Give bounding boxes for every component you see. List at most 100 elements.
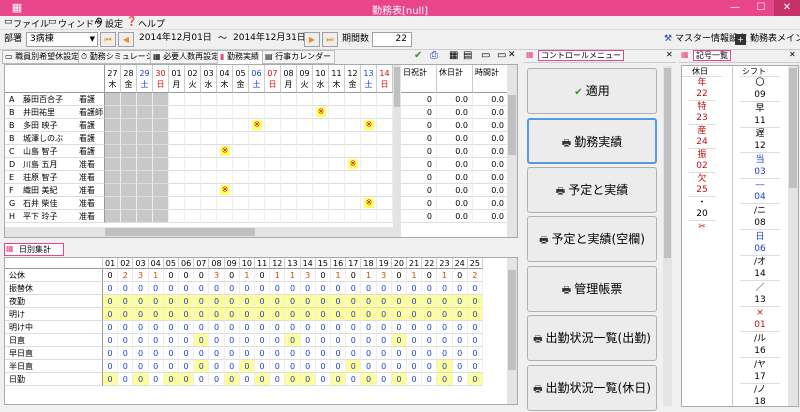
schedule-cell[interactable] bbox=[201, 145, 217, 158]
minimize-button[interactable]: — bbox=[722, 0, 748, 16]
schedule-cell[interactable] bbox=[297, 93, 313, 106]
schedule-cell[interactable] bbox=[377, 93, 393, 106]
schedule-cell[interactable] bbox=[249, 158, 265, 171]
schedule-cell[interactable] bbox=[297, 145, 313, 158]
grid-icon[interactable]: ▤ bbox=[463, 50, 472, 61]
schedule-cell[interactable] bbox=[265, 119, 281, 132]
schedule-cell[interactable] bbox=[105, 158, 121, 171]
schedule-cell[interactable] bbox=[217, 132, 233, 145]
schedule-cell[interactable] bbox=[249, 197, 265, 210]
schedule-cell[interactable]: ※ bbox=[361, 197, 377, 210]
schedule-cell[interactable] bbox=[297, 106, 313, 119]
schedule-cell[interactable] bbox=[361, 106, 377, 119]
staff-row-label[interactable]: B 城澤しのぶ 看護 bbox=[5, 132, 105, 145]
schedule-cell[interactable] bbox=[329, 119, 345, 132]
staff-row-label[interactable]: B 多田 映子 看護 bbox=[5, 119, 105, 132]
schedule-cell[interactable] bbox=[297, 158, 313, 171]
schedule-cell[interactable] bbox=[377, 106, 393, 119]
schedule-cell[interactable] bbox=[249, 106, 265, 119]
schedule-cell[interactable] bbox=[361, 184, 377, 197]
schedule-cell[interactable] bbox=[201, 119, 217, 132]
schedule-cell[interactable] bbox=[313, 145, 329, 158]
schedule-cell[interactable] bbox=[345, 197, 361, 210]
schedule-cell[interactable] bbox=[329, 145, 345, 158]
schedule-cell[interactable] bbox=[265, 158, 281, 171]
schedule-cell[interactable] bbox=[185, 106, 201, 119]
schedule-cell[interactable] bbox=[377, 210, 393, 223]
schedule-cell[interactable] bbox=[377, 197, 393, 210]
schedule-cell[interactable] bbox=[297, 119, 313, 132]
schedule-cell[interactable] bbox=[265, 184, 281, 197]
schedule-cell[interactable] bbox=[265, 197, 281, 210]
tab-work-record[interactable]: ▮ 勤務実績 bbox=[217, 50, 263, 64]
schedule-cell[interactable] bbox=[121, 145, 137, 158]
schedule-cell[interactable] bbox=[361, 132, 377, 145]
schedule-cell[interactable] bbox=[233, 158, 249, 171]
staff-row-label[interactable]: C 山島 智子 看護 bbox=[5, 145, 105, 158]
schedule-cell[interactable] bbox=[217, 210, 233, 223]
schedule-cell[interactable] bbox=[169, 132, 185, 145]
schedule-cell[interactable] bbox=[153, 184, 169, 197]
schedule-cell[interactable] bbox=[137, 106, 153, 119]
holiday-symbol[interactable]: ・ bbox=[688, 198, 716, 209]
schedule-cell[interactable] bbox=[201, 132, 217, 145]
check-icon[interactable]: ✔ bbox=[414, 50, 422, 61]
close-button[interactable]: ✕ bbox=[774, 0, 800, 16]
schedule-cell[interactable] bbox=[329, 132, 345, 145]
schedule-cell[interactable] bbox=[217, 93, 233, 106]
prev-period-button[interactable]: ◀ bbox=[118, 32, 134, 47]
schedule-cell[interactable] bbox=[233, 184, 249, 197]
schedule-cell[interactable] bbox=[281, 171, 297, 184]
schedule-cell[interactable] bbox=[217, 171, 233, 184]
schedule-cell[interactable] bbox=[169, 197, 185, 210]
schedule-cell[interactable] bbox=[313, 171, 329, 184]
holiday-symbol[interactable]: 欠 bbox=[688, 174, 716, 185]
schedule-cell[interactable] bbox=[281, 119, 297, 132]
next-period-button[interactable]: ▶ bbox=[304, 32, 320, 47]
period-count-input[interactable]: 22 bbox=[372, 32, 412, 47]
schedule-cell[interactable] bbox=[281, 210, 297, 223]
schedule-cell[interactable] bbox=[105, 145, 121, 158]
schedule-cell[interactable] bbox=[281, 132, 297, 145]
schedule-cell[interactable] bbox=[185, 119, 201, 132]
staff-row-label[interactable]: H 平下 玲子 准看 bbox=[5, 210, 105, 223]
schedule-cell[interactable] bbox=[281, 184, 297, 197]
staff-row-label[interactable]: D 川島 五月 准看 bbox=[5, 158, 105, 171]
staff-row-label[interactable]: B 井田祐里 看護師 bbox=[5, 106, 105, 119]
schedule-cell[interactable] bbox=[105, 197, 121, 210]
shift-symbol[interactable]: ／ bbox=[740, 283, 780, 295]
shift-symbol[interactable]: × bbox=[740, 308, 780, 320]
schedule-cell[interactable] bbox=[233, 171, 249, 184]
schedule-cell[interactable] bbox=[297, 197, 313, 210]
schedule-cell[interactable] bbox=[137, 210, 153, 223]
schedule-cell[interactable] bbox=[265, 93, 281, 106]
schedule-cell[interactable] bbox=[153, 132, 169, 145]
schedule-cell[interactable] bbox=[249, 93, 265, 106]
schedule-cell[interactable] bbox=[121, 106, 137, 119]
schedule-cell[interactable] bbox=[265, 145, 281, 158]
print-icon[interactable]: ⎙ bbox=[430, 50, 438, 61]
schedule-cell[interactable] bbox=[185, 197, 201, 210]
schedule-cell[interactable] bbox=[169, 106, 185, 119]
schedule-cell[interactable] bbox=[137, 93, 153, 106]
schedule-cell[interactable] bbox=[121, 197, 137, 210]
schedule-cell[interactable] bbox=[297, 132, 313, 145]
schedule-cell[interactable] bbox=[329, 93, 345, 106]
shift-symbol[interactable]: /ヤ bbox=[740, 360, 780, 372]
schedule-cell[interactable] bbox=[169, 93, 185, 106]
schedule-cell[interactable] bbox=[281, 197, 297, 210]
close-symbols-icon[interactable]: ✕ bbox=[789, 50, 796, 59]
control-button-2[interactable]: 🖶 勤務実績 bbox=[527, 118, 657, 164]
schedule-cell[interactable] bbox=[233, 93, 249, 106]
control-scrollbar[interactable] bbox=[663, 66, 672, 406]
schedule-cell[interactable] bbox=[233, 145, 249, 158]
schedule-cell[interactable] bbox=[297, 184, 313, 197]
schedule-cell[interactable] bbox=[185, 184, 201, 197]
schedule-cell[interactable] bbox=[201, 197, 217, 210]
schedule-cell[interactable] bbox=[249, 184, 265, 197]
shift-symbol[interactable]: 日 bbox=[740, 232, 780, 244]
schedule-cell[interactable] bbox=[329, 197, 345, 210]
shift-symbol[interactable]: /ル bbox=[740, 334, 780, 346]
schedule-cell[interactable] bbox=[121, 184, 137, 197]
schedule-cell[interactable] bbox=[137, 145, 153, 158]
